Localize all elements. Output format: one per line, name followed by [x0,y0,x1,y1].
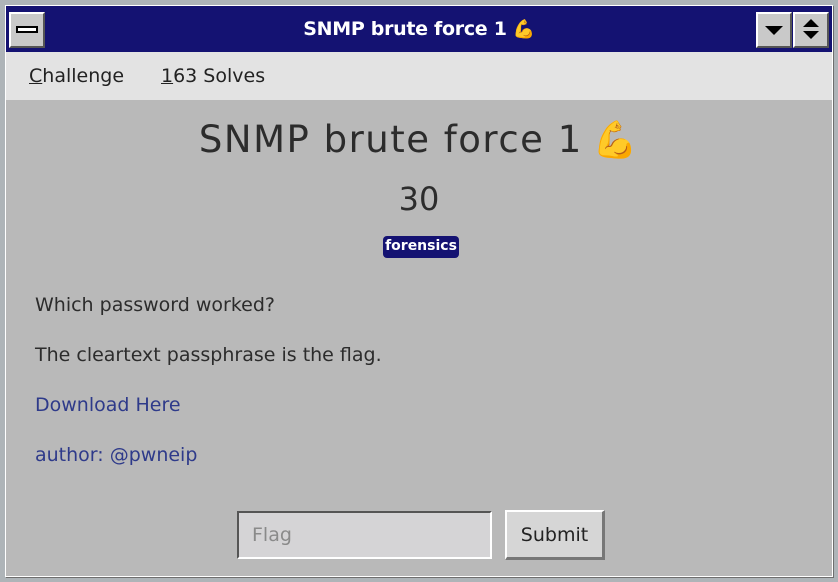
menu-item-challenge[interactable]: Challenge [29,52,124,100]
challenge-content: SNMP brute force 1 💪 30 forensics Which p… [6,100,832,576]
category-tag: forensics [383,236,459,258]
restore-up-arrow-icon [803,19,819,27]
menu-accelerator: C [29,65,43,87]
menu-item-solves[interactable]: 163 Solves [161,52,265,100]
menu-accelerator: 1 [161,65,174,87]
menu-bar: Challenge 163 Solves [6,52,832,100]
submit-button[interactable]: Submit [505,510,605,560]
challenge-points: 30 [398,180,440,218]
challenge-name: SNMP brute force 1 [198,118,583,161]
restore-down-arrow-icon [803,31,819,39]
description-line: The cleartext passphrase is the flag. [35,344,382,366]
description-line: Which password worked? [35,294,276,316]
flexed-biceps-icon: 💪 [512,19,535,40]
menu-item-label: hallenge [42,65,125,87]
flag-input[interactable] [237,511,492,559]
author-link[interactable]: author: @pwneip [35,444,197,466]
menu-item-label: 63 Solves [173,65,266,87]
restore-button[interactable] [793,12,829,48]
flexed-biceps-icon: 💪 [592,120,640,161]
download-link[interactable]: Download Here [35,394,181,416]
minimize-triangle-icon [765,26,783,35]
minimize-button[interactable] [756,12,792,48]
window-title-text: SNMP brute force 1 [303,18,507,40]
challenge-window: SNMP brute force 1 💪 Challenge 163 Solves… [5,5,833,577]
title-bar: SNMP brute force 1 💪 [6,6,832,52]
window-title: SNMP brute force 1 💪 [6,6,832,52]
challenge-title: SNMP brute force 1 💪 [6,118,832,161]
